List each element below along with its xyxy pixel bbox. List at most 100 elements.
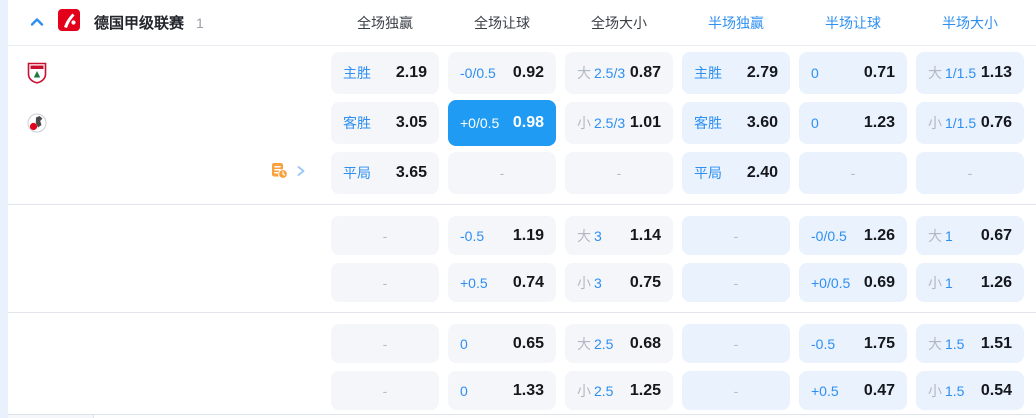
over-under-line: 2.5 xyxy=(594,382,614,399)
odds-cell[interactable]: 大 1 0.67 xyxy=(916,216,1024,255)
handicap-label: +0.5 xyxy=(811,382,839,399)
odds-line-label: 小3 xyxy=(577,273,602,293)
odds-cell-empty: - xyxy=(331,216,439,255)
koln-crest-icon xyxy=(26,113,48,133)
odds-cell-empty: - xyxy=(682,216,790,255)
odds-page: 德国甲级联赛 1 全场独赢 全场让球 全场大小 半场独赢 半场让球 半场大小 主… xyxy=(0,0,1036,418)
odds-cell[interactable]: 大 2.5 0.68 xyxy=(565,324,673,363)
odds-history-icon xyxy=(271,162,288,184)
odds-value: 3.60 xyxy=(746,114,778,131)
odds-cell[interactable]: 平局 3.65 xyxy=(331,152,439,194)
odds-cell[interactable]: -0.5 1.19 xyxy=(448,216,556,255)
odds-cell[interactable]: 小 3 0.75 xyxy=(565,263,673,302)
odds-value: 0.67 xyxy=(980,226,1012,244)
odds-cell[interactable]: 主胜 2.19 xyxy=(331,52,439,94)
column-header-full-win: 全场独赢 xyxy=(357,14,413,31)
odds-cell[interactable]: -0/0.5 1.26 xyxy=(799,216,907,255)
odds-cell[interactable]: +0.5 0.74 xyxy=(448,263,556,302)
augsburg-crest-icon xyxy=(26,62,48,84)
odds-cell-empty: - xyxy=(565,152,673,194)
odds-cell[interactable]: -0.5 1.75 xyxy=(799,324,907,363)
odds-cell-empty: - xyxy=(682,263,790,302)
over-under-line: 2.5/3 xyxy=(594,115,626,131)
odds-value: 2.40 xyxy=(746,164,778,181)
empty-dash: - xyxy=(499,165,505,181)
odds-line-label: 大3 xyxy=(577,226,602,246)
handicap-label: +0.5 xyxy=(460,274,488,291)
odds-cell[interactable]: 平局 2.40 xyxy=(682,152,790,194)
over-under-line: 2.5/3 xyxy=(594,65,626,81)
column-header-half-win: 半场独赢 xyxy=(708,14,764,31)
odds-section: -0 0.65 大 2.5 0.68- -0.5 1.75 大 1.5 1.51-0 1.33 小 2.… xyxy=(8,318,1036,414)
handicap-label: 0 xyxy=(811,65,819,81)
empty-dash: - xyxy=(733,335,739,352)
away-team-row[interactable] xyxy=(8,98,322,148)
odds-value: 0.47 xyxy=(863,381,895,399)
odds-cell[interactable]: +0/0.5 0.69 xyxy=(799,263,907,302)
odds-cell[interactable]: 大 3 1.14 xyxy=(565,216,673,255)
odds-value: 3.65 xyxy=(395,164,427,181)
outcome-label: 主胜 xyxy=(343,65,371,81)
odds-value: 1.01 xyxy=(629,114,661,131)
more-markets-link[interactable] xyxy=(271,162,306,184)
odds-value: 0.68 xyxy=(629,334,661,352)
home-team-row[interactable] xyxy=(8,48,322,98)
over-under-side: 小 xyxy=(928,382,942,399)
odds-cell[interactable]: -0/0.5 0.92 xyxy=(448,52,556,94)
odds-value: 1.26 xyxy=(863,226,895,244)
odds-value: 0.65 xyxy=(512,334,544,352)
outcome-label: 客胜 xyxy=(694,115,722,131)
odds-cell[interactable]: 0 1.23 xyxy=(799,102,907,144)
odds-sections: 主胜 2.19 -0/0.5 0.92 大 2.5/3 0.87 主胜 2.79 0 0.71 大 1/… xyxy=(8,46,1036,414)
handicap-label: +0/0.5 xyxy=(460,115,500,131)
odds-line-label: 小 2.5/3 xyxy=(577,113,625,133)
over-under-side: 小 xyxy=(577,382,591,399)
odds-line-label: 大 1/1.5 xyxy=(928,63,976,83)
odds-section: - -0.5 1.19 大 3 1.14- -0/0.5 1.26 大 1 0.67- +0.5 0.7… xyxy=(8,210,1036,306)
odds-cell[interactable]: +0/0.5 0.98 xyxy=(448,100,556,146)
odds-cell[interactable]: 小 1 1.26 xyxy=(916,263,1024,302)
empty-dash: - xyxy=(382,382,388,399)
odds-cell[interactable]: 小 2.5 1.25 xyxy=(565,371,673,410)
odds-value: 2.19 xyxy=(395,64,427,81)
odds-cell[interactable]: 客胜 3.60 xyxy=(682,102,790,144)
odds-cell[interactable]: 小 2.5/3 1.01 xyxy=(565,102,673,144)
odds-cell[interactable]: 大 2.5/3 0.87 xyxy=(565,52,673,94)
match-meta-row xyxy=(8,148,322,198)
over-under-line: 3 xyxy=(594,274,602,291)
empty-dash: - xyxy=(616,165,622,181)
odds-value: 0.74 xyxy=(512,273,544,291)
outcome-label: 平局 xyxy=(343,165,371,181)
odds-value: 0.75 xyxy=(629,273,661,291)
league-info: 德国甲级联赛 1 xyxy=(8,9,322,36)
odds-cell[interactable]: 主胜 2.79 xyxy=(682,52,790,94)
odds-value: 1.25 xyxy=(629,381,661,399)
odds-cell[interactable]: 小 1.5 0.54 xyxy=(916,371,1024,410)
odds-cell[interactable]: 0 0.65 xyxy=(448,324,556,363)
over-under-line: 1 xyxy=(945,274,953,291)
over-under-side: 大 xyxy=(928,65,942,81)
odds-cell-empty: - xyxy=(448,152,556,194)
odds-row: 客胜 3.05 +0/0.5 0.98 小 2.5/3 1.01 客胜 3.60 0 1.23 小 1/… xyxy=(8,98,1036,148)
odds-value: 2.79 xyxy=(746,64,778,81)
odds-cell[interactable]: 大 1/1.5 1.13 xyxy=(916,52,1024,94)
odds-cell[interactable]: 小 1/1.5 0.76 xyxy=(916,102,1024,144)
odds-value: 0.98 xyxy=(512,114,544,131)
odds-cell[interactable]: 大 1.5 1.51 xyxy=(916,324,1024,363)
column-header-full-handicap: 全场让球 xyxy=(474,14,530,31)
next-section-edge xyxy=(8,414,1036,418)
collapse-league-button[interactable] xyxy=(26,12,48,34)
odds-cell-empty: - xyxy=(799,152,907,194)
odds-cell[interactable]: +0.5 0.47 xyxy=(799,371,907,410)
over-under-side: 大 xyxy=(577,335,591,352)
odds-cell[interactable]: 0 1.33 xyxy=(448,371,556,410)
odds-cell-empty: - xyxy=(331,263,439,302)
odds-cell[interactable]: 客胜 3.05 xyxy=(331,102,439,144)
handicap-label: 0 xyxy=(460,335,468,352)
column-header-half-handicap: 半场让球 xyxy=(825,14,881,31)
odds-cell[interactable]: 0 0.71 xyxy=(799,52,907,94)
handicap-label: -0.5 xyxy=(460,227,485,244)
odds-cell-empty: - xyxy=(331,324,439,363)
column-header-full-ou: 全场大小 xyxy=(591,14,647,31)
